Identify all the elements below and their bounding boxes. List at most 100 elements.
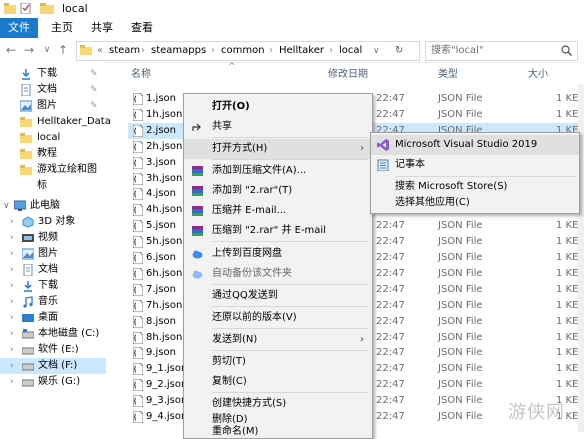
tab-home[interactable]: 主页 [46, 18, 78, 38]
chevron-right-icon[interactable]: › [10, 214, 14, 230]
nav-item-documents[interactable]: › 文档 [0, 262, 106, 278]
nav-label: 软件 (E:) [38, 344, 79, 355]
menu-item-add-to-rar[interactable]: 添加到 "2.rar"(T) [184, 181, 372, 201]
file-type: JSON File [438, 252, 483, 263]
file-date: 22:47 [376, 332, 405, 343]
submenu-item-visual-studio[interactable]: Microsoft Visual Studio 2019 [371, 135, 579, 155]
chevron-right-icon[interactable]: › [10, 326, 14, 342]
file-type: JSON File [438, 316, 483, 327]
nav-item-documents-pinned[interactable]: 文档 ✎ [0, 82, 106, 98]
menu-item-send-to[interactable]: 发送到(N) › [184, 330, 372, 350]
submenu-item-choose-app[interactable]: 选择其他应用(C) [371, 193, 579, 213]
menu-item-open-with[interactable]: 打开方式(H) › [184, 139, 372, 159]
search-box[interactable]: 搜索"local" [425, 41, 578, 61]
quick-access-folder-icon[interactable] [4, 3, 16, 14]
chevron-right-icon[interactable]: › [10, 230, 14, 246]
nav-item-local[interactable]: local [0, 130, 106, 146]
menu-item-upload-baidu[interactable]: 上传到百度网盘 [184, 244, 372, 264]
menu-item-share[interactable]: 共享 [184, 117, 372, 137]
folder-icon [20, 149, 32, 159]
nav-item-3d-objects[interactable]: › 3D 对象 [0, 214, 106, 230]
properties-icon[interactable] [20, 3, 32, 14]
menu-item-add-to-archive[interactable]: 添加到压缩文件(A)... [184, 161, 372, 181]
chevron-right-icon[interactable]: › [10, 374, 14, 390]
menu-item-auto-backup[interactable]: 自动备份该文件夹 [184, 264, 372, 284]
nav-item-game-art[interactable]: 游戏立绘和图标 [0, 162, 106, 191]
breadcrumb[interactable]: « steam › steamapps › common › Helltaker… [76, 41, 420, 61]
chevron-down-icon[interactable]: ∨ [3, 198, 10, 214]
folder-icon [20, 133, 32, 143]
column-header-name[interactable]: 名称 [131, 66, 151, 84]
column-header-date[interactable]: 修改日期 [328, 66, 368, 84]
json-file-icon [133, 284, 143, 296]
menu-item-copy[interactable]: 复制(C) [184, 372, 372, 392]
nav-item-videos[interactable]: › 视频 [0, 230, 106, 246]
breadcrumb-steam[interactable]: steam [109, 43, 140, 59]
address-dropdown-icon[interactable]: ∨ [373, 43, 380, 59]
nav-item-downloads[interactable]: › 下载 [0, 278, 106, 294]
menu-item-send-via-qq[interactable]: 通过QQ发送到 [184, 286, 372, 306]
menu-item-compress-rar-email[interactable]: 压缩到 "2.rar" 并 E-mail [184, 221, 372, 241]
window-title: local [62, 2, 88, 15]
file-size: 1 KE [556, 220, 579, 231]
chevron-right-icon[interactable]: › [10, 342, 14, 358]
refresh-icon[interactable]: ↻ [395, 43, 403, 59]
chevron-right-icon[interactable]: › [10, 278, 14, 294]
nav-item-pictures[interactable]: › 图片 [0, 246, 106, 262]
nav-item-drive-e[interactable]: › 软件 (E:) [0, 342, 106, 358]
nav-item-this-pc[interactable]: ∨ 此电脑 [0, 198, 106, 214]
back-button[interactable]: ← [4, 42, 18, 58]
pin-icon: ✎ [90, 69, 98, 79]
chevron-right-icon[interactable]: › [10, 294, 14, 310]
tab-file[interactable]: 文件 [0, 18, 38, 38]
menu-item-restore-previous[interactable]: 还原以前的版本(V) [184, 308, 372, 328]
submenu-item-notepad[interactable]: 记事本 [371, 155, 579, 175]
file-type: JSON File [438, 284, 483, 295]
nav-item-music[interactable]: › 音乐 [0, 294, 106, 310]
file-name: 1.json [146, 93, 176, 104]
file-date: 22:47 [376, 220, 405, 231]
recent-locations-chevron-icon[interactable]: ∨ [40, 42, 54, 58]
breadcrumb-helltaker[interactable]: Helltaker [279, 43, 324, 59]
nav-label: 文档 (F:) [38, 360, 78, 371]
chevron-right-icon[interactable]: › [10, 262, 14, 278]
winrar-icon [192, 186, 203, 196]
chevron-right-icon[interactable]: › [10, 310, 14, 326]
file-type: JSON File [438, 332, 483, 343]
column-header-type[interactable]: 类型 [438, 66, 458, 84]
nav-item-desktop[interactable]: › 桌面 [0, 310, 106, 326]
nav-item-drive-c[interactable]: › 本地磁盘 (C:) [0, 326, 106, 342]
nav-item-drive-f[interactable]: › 文档 (F:) [0, 358, 106, 374]
file-size: 1 KE [556, 300, 579, 311]
forward-button[interactable]: → [22, 42, 36, 58]
nav-item-pictures-pinned[interactable]: 图片 ✎ [0, 98, 106, 114]
tab-view[interactable]: 查看 [126, 18, 158, 38]
breadcrumb-common[interactable]: common [221, 43, 265, 59]
menu-item-compress-email[interactable]: 压缩并 E-mail... [184, 201, 372, 221]
file-name: 9_2.json [146, 379, 188, 390]
column-header-size[interactable]: 大小 [528, 66, 548, 84]
download-icon [24, 281, 32, 292]
nav-item-helltaker-data[interactable]: Helltaker_Data [0, 114, 111, 130]
breadcrumb-steamapps[interactable]: steamapps [151, 43, 206, 59]
file-date: 22:47 [376, 379, 405, 390]
file-type: JSON File [438, 236, 483, 247]
nav-item-tutorial[interactable]: 教程 [0, 146, 106, 162]
menu-item-cut[interactable]: 剪切(T) [184, 352, 372, 372]
breadcrumb-local[interactable]: local [339, 43, 362, 59]
json-file-icon [133, 109, 143, 121]
nav-item-drive-g[interactable]: › 娱乐 (G:) [0, 374, 106, 390]
search-icon[interactable] [561, 45, 572, 56]
file-name: 9_3.json [146, 395, 188, 406]
breadcrumb-overflow[interactable]: « [97, 43, 103, 59]
pin-icon: ✎ [90, 85, 98, 95]
tab-share[interactable]: 共享 [86, 18, 118, 38]
chevron-right-icon[interactable]: › [10, 358, 14, 374]
up-button[interactable]: ↑ [56, 42, 70, 58]
menu-item-rename[interactable]: 重命名(M) [184, 426, 372, 438]
menu-item-open[interactable]: 打开(O) [184, 97, 372, 117]
file-date: 22:47 [376, 316, 405, 327]
nav-item-downloads-pinned[interactable]: 下载 ✎ [0, 66, 106, 82]
search-input[interactable]: 搜索"local" [431, 43, 484, 59]
chevron-right-icon[interactable]: › [10, 246, 14, 262]
